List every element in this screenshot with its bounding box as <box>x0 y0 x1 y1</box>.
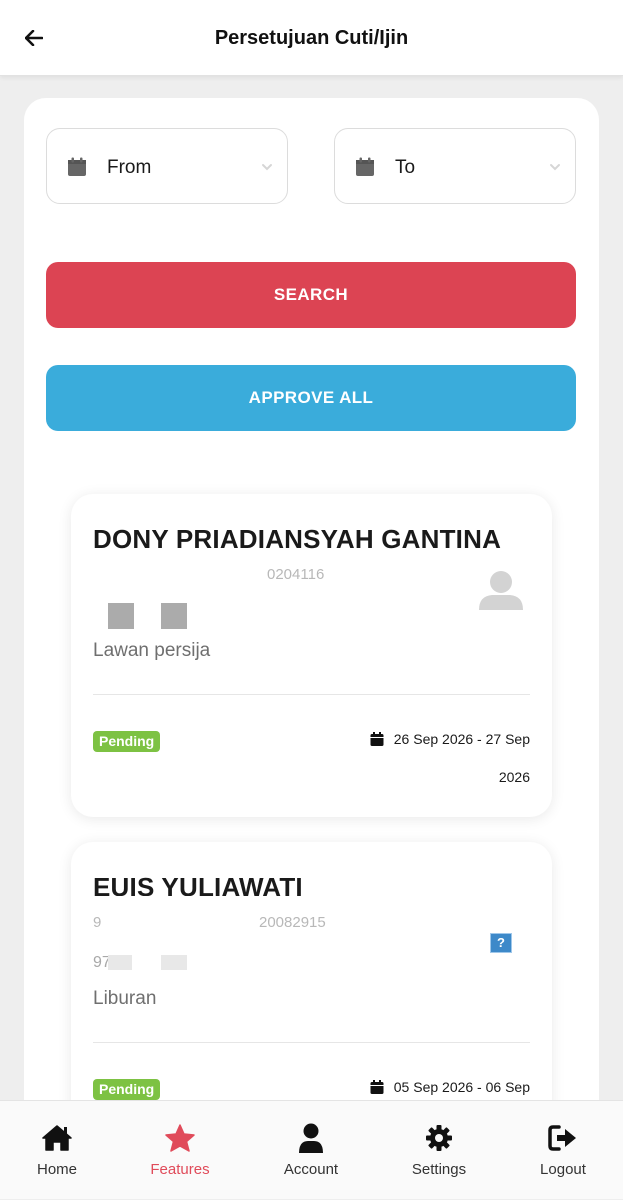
to-date-select[interactable]: To <box>334 128 576 204</box>
from-date-select[interactable]: From <box>46 128 288 204</box>
bottom-nav: Home Features Account Settings Logout <box>0 1100 623 1199</box>
logout-icon <box>548 1125 576 1151</box>
card-divider <box>93 1042 530 1043</box>
nav-settings[interactable]: Settings <box>377 1101 501 1200</box>
chevron-down-icon <box>550 164 560 171</box>
calendar-icon <box>356 157 374 176</box>
calendar-icon <box>370 1080 384 1094</box>
from-label: From <box>107 157 152 178</box>
redaction <box>108 603 134 629</box>
employee-id-fragment: 20082915 <box>259 914 326 931</box>
employee-id: 9 <box>93 914 102 931</box>
home-icon <box>42 1125 72 1151</box>
redaction <box>108 955 132 970</box>
status-badge: Pending <box>93 1079 161 1100</box>
broken-image-icon: ? <box>490 933 512 953</box>
employee-id: 0204116 <box>267 566 325 583</box>
nav-features[interactable]: Features <box>118 1101 242 1200</box>
leave-dates: 26 Sep 2026 - 27 Sep 2026 <box>330 720 530 796</box>
person-placeholder-icon <box>479 571 523 610</box>
search-button[interactable]: SEARCH <box>46 262 576 328</box>
nav-logout[interactable]: Logout <box>501 1101 623 1200</box>
approval-panel: From To SEARCH APPROVE ALL DONY PRIADIAN… <box>24 98 599 1178</box>
nav-account[interactable]: Account <box>249 1101 373 1200</box>
employee-name: DONY PRIADIANSYAH GANTINA <box>93 524 502 554</box>
leave-request-card[interactable]: DONY PRIADIANSYAH GANTINA 0204116 Lawan … <box>71 494 552 817</box>
gear-icon <box>426 1125 452 1151</box>
nav-home-label: Home <box>36 1161 77 1178</box>
employee-photo: ? <box>472 914 530 972</box>
nav-logout-label: Logout <box>540 1161 586 1178</box>
redaction <box>161 603 187 629</box>
nav-home[interactable]: Home <box>0 1101 119 1200</box>
redaction <box>75 590 215 636</box>
star-icon <box>165 1124 195 1152</box>
nav-account-label: Account <box>283 1161 339 1178</box>
approve-all-button[interactable]: APPROVE ALL <box>46 365 576 431</box>
app-header: Persetujuan Cuti/Ijin <box>0 0 623 76</box>
nav-settings-label: Settings <box>411 1161 467 1178</box>
to-label: To <box>395 157 416 178</box>
leave-reason: Lawan persija <box>93 640 211 661</box>
chevron-down-icon <box>262 164 272 171</box>
nav-features-label: Features <box>150 1161 210 1178</box>
user-icon <box>299 1123 323 1153</box>
redaction <box>117 896 191 912</box>
calendar-icon <box>68 157 86 176</box>
page-title: Persetujuan Cuti/Ijin <box>214 27 409 49</box>
redaction <box>161 955 187 970</box>
leave-reason: Liburan <box>93 988 157 1009</box>
card-divider <box>93 694 530 695</box>
calendar-icon <box>370 732 384 746</box>
status-badge: Pending <box>93 731 161 752</box>
